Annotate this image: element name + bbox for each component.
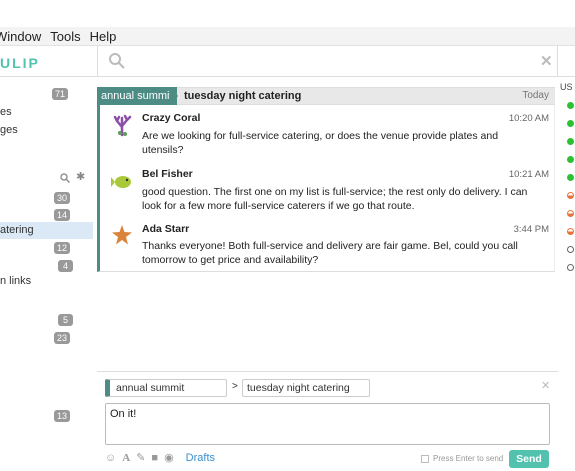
presence-active-icon[interactable] [567,174,574,181]
message-sender[interactable]: Crazy Coral [142,112,200,124]
clear-search-icon[interactable]: ✕ [540,52,553,70]
close-icon[interactable]: ✕ [541,379,550,392]
search-icon[interactable] [108,52,126,70]
preview-icon[interactable]: ◉ [164,451,174,464]
sidebar-item-selected[interactable]: atering [0,224,34,236]
chevron-right-icon: > [232,381,238,392]
attach-icon[interactable]: ✎ [136,451,145,464]
fish-avatar-icon[interactable] [110,170,134,194]
stream-arrow [170,87,178,105]
sidebar-item[interactable]: es [0,106,12,118]
presence-offline-icon[interactable] [567,246,574,253]
compose-textarea[interactable]: On it! [105,403,550,445]
compose-box: annual summit > tuesday night catering ✕… [97,371,558,471]
coral-avatar-icon[interactable] [110,113,134,137]
unread-badge: 30 [54,192,71,204]
menu-help[interactable]: Help [90,29,117,44]
app-header: ULIP ✕ [0,46,575,77]
starfish-avatar-icon[interactable] [110,223,134,247]
menu-tools[interactable]: Tools [50,29,80,44]
presence-idle-icon[interactable] [567,210,574,217]
video-icon[interactable]: ■ [151,452,158,464]
message-content: Are we looking for full-service catering… [142,130,499,156]
enter-to-send: Press Enter to send [421,454,503,463]
sidebar-item[interactable]: ges [0,124,18,136]
unread-badge: 14 [54,209,71,221]
unread-badge: 4 [58,260,73,272]
message-content: good question. The first one on my list … [142,186,528,212]
drafts-link[interactable]: Drafts [186,452,215,464]
message-group: Crazy Coral 10:20 AM Are we looking for … [97,105,555,272]
enter-label: Press Enter to send [433,454,504,463]
presence-active-icon[interactable] [567,120,574,127]
unread-badge: 23 [54,332,71,344]
sidebar-item[interactable]: n links [0,275,31,287]
menu-bar: Window Tools Help [0,27,575,46]
window-top [0,0,575,27]
message-sender[interactable]: Bel Fisher [142,168,193,180]
compose-topic-input[interactable]: tuesday night catering [242,379,370,397]
search-streams-icon[interactable] [60,173,70,183]
enter-checkbox[interactable] [421,454,429,463]
compose-stream-input[interactable]: annual summit [105,379,227,397]
right-sidebar: US [558,77,575,471]
recipient-bar: annual summit tuesday night catering Tod… [97,87,555,105]
left-sidebar: 71 es ges ✱ 30 14 atering 12 4 n links 5… [0,77,97,471]
date-label: Today [522,90,549,101]
logo[interactable]: ULIP [0,55,40,71]
message-time: 10:20 AM [508,113,549,124]
message-content: Thanks everyone! Both full-service and d… [142,240,518,266]
divider [557,46,558,77]
message-sender[interactable]: Ada Starr [142,223,189,235]
stream-name[interactable]: annual summit [97,87,177,105]
message-time: 3:44 PM [513,224,549,235]
presence-active-icon[interactable] [567,102,574,109]
users-heading: US [560,82,573,92]
unread-badge: 5 [58,314,73,326]
format-icon[interactable]: A [122,452,130,464]
presence-offline-icon[interactable] [567,264,574,271]
unread-badge: 13 [54,410,71,422]
topic-name[interactable]: tuesday night catering [184,90,301,102]
emoji-icon[interactable]: ☺ [105,452,116,464]
divider [97,46,98,77]
compose-toolbar: ☺ A ✎ ■ ◉ Drafts [105,451,215,465]
unread-badge: 12 [54,242,71,254]
unread-badge: 71 [52,88,69,100]
message-time: 10:21 AM [508,169,549,180]
presence-active-icon[interactable] [567,138,574,145]
presence-idle-icon[interactable] [567,192,574,199]
send-button[interactable]: Send [509,450,549,468]
gear-icon[interactable]: ✱ [76,170,85,183]
presence-idle-icon[interactable] [567,228,574,235]
menu-window[interactable]: Window [0,29,41,44]
presence-active-icon[interactable] [567,156,574,163]
